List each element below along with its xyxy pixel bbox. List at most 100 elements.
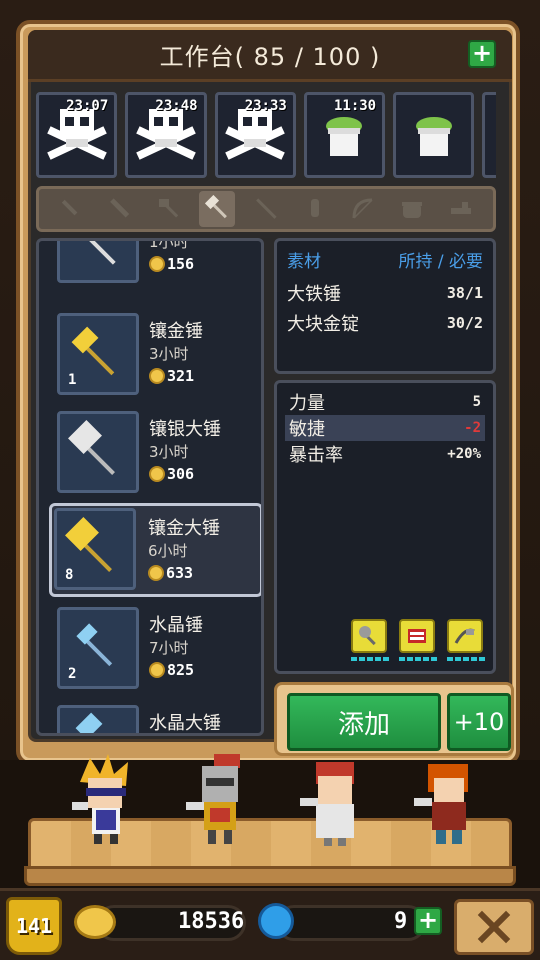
- recipe-icon-frame: [57, 241, 139, 283]
- recipe-name: 镶银大锤: [149, 419, 221, 440]
- category-axe[interactable]: [151, 191, 187, 227]
- material-qty: 38/1: [446, 284, 483, 302]
- skill-level-pips: [399, 657, 437, 661]
- hero-knight-sprite: [186, 754, 240, 844]
- coin-icon: [149, 256, 165, 272]
- category-staff[interactable]: [297, 191, 333, 227]
- stat-value: +20%: [447, 446, 481, 462]
- close-icon: [477, 910, 511, 944]
- hammer-icon: [205, 195, 228, 219]
- hero-spiky-hair-sprite: [72, 754, 128, 844]
- coin-icon: [149, 466, 165, 482]
- recipe-cost: 306: [149, 465, 194, 483]
- recipe-cost: 321: [149, 367, 194, 385]
- material-qty: 30/2: [446, 314, 483, 332]
- buy-gems-button[interactable]: +: [414, 907, 442, 935]
- skill-slot[interactable]: [399, 619, 437, 665]
- skill-slot[interactable]: [447, 619, 485, 665]
- material-row: 大铁锤 38/1: [287, 278, 483, 308]
- crafting-slot[interactable]: 23:07: [36, 92, 118, 178]
- recipe-owned-count: 1: [68, 372, 77, 388]
- add-button[interactable]: 添加: [287, 693, 441, 751]
- recipe-icon-frame: [57, 411, 139, 493]
- recipe-owned-count: 8: [65, 567, 74, 583]
- selection-pointer: [262, 540, 264, 560]
- category-sword[interactable]: [53, 191, 89, 227]
- recipe-cost-value: 825: [167, 661, 195, 679]
- recipe-cost: 156: [149, 255, 194, 273]
- crafting-slot[interactable]: 23:33: [214, 92, 296, 178]
- skill-hammer-icon: [351, 619, 387, 653]
- category-spear[interactable]: [248, 191, 284, 227]
- close-button[interactable]: [454, 899, 534, 955]
- recipe-name: 水晶大锤: [149, 713, 221, 734]
- material-name: 大铁锤: [287, 284, 341, 305]
- crafting-slot[interactable]: 11:30: [303, 92, 386, 178]
- materials-label: 素材: [287, 252, 321, 272]
- spear-icon: [256, 198, 277, 219]
- crafting-slots: 23:07 23:48 23:33 11:30: [36, 92, 497, 180]
- hero-spiky-hair[interactable]: [70, 752, 140, 852]
- category-blade[interactable]: [102, 191, 138, 227]
- crafting-slot-partial[interactable]: [482, 92, 497, 178]
- gold-coins-icon: [74, 905, 116, 939]
- slot-timer: 23:07: [66, 98, 109, 114]
- crafting-slot[interactable]: [393, 92, 475, 178]
- gem-amount: 9: [394, 909, 408, 934]
- category-bar: [36, 186, 496, 232]
- recipe-item[interactable]: 1 镶金锤 3小时 321: [53, 309, 261, 399]
- category-bow[interactable]: [345, 191, 381, 227]
- plant-pot-icon: [415, 117, 452, 156]
- coin-icon: [149, 368, 165, 384]
- recipe-time: 6小时: [148, 542, 188, 560]
- craft-button-area: 添加 +10: [274, 682, 514, 756]
- recipe-cost-value: 321: [167, 367, 195, 385]
- materials-header: 素材 所持 / 必要: [287, 247, 483, 272]
- recipe-item-selected[interactable]: 8 镶金大锤 6小时 633: [49, 503, 264, 597]
- slot-timer: 23:48: [155, 98, 198, 114]
- expand-slots-button[interactable]: +: [468, 40, 496, 68]
- coin-icon: [149, 662, 165, 678]
- silver-hammer-icon: [80, 241, 116, 265]
- stat-name: 力量: [289, 393, 325, 414]
- materials-panel: 素材 所持 / 必要 大铁锤 38/1 大块金锭 30/2: [274, 238, 496, 374]
- gun-icon: [450, 202, 471, 214]
- recipe-time: 3小时: [149, 443, 189, 461]
- sword-icon: [62, 199, 78, 216]
- hero-redhead-brawler[interactable]: [414, 752, 484, 852]
- silver-great-hammer-icon: [68, 420, 115, 475]
- recipe-list[interactable]: 1小时 156 1 镶金锤 3小时 321 镶银大锤 3小时 306 8 镶金大…: [36, 238, 264, 736]
- recipe-item[interactable]: 水晶大锤: [53, 701, 261, 734]
- recipe-name: 水晶锤: [149, 615, 203, 636]
- add-ten-button[interactable]: +10: [447, 693, 511, 751]
- hero-knight[interactable]: [186, 752, 256, 852]
- skill-swing-icon: [447, 619, 483, 653]
- stat-row: 暴击率 +20%: [285, 441, 485, 467]
- recipe-cost-value: 306: [167, 465, 195, 483]
- skill-level-pips: [447, 657, 485, 661]
- recipe-cost-value: 633: [166, 564, 194, 582]
- stat-row: 敏捷 -2: [285, 415, 485, 441]
- category-hammer[interactable]: [199, 191, 236, 227]
- category-gun[interactable]: [443, 191, 479, 227]
- crafting-slot[interactable]: 23:48: [125, 92, 207, 178]
- plant-pot-icon: [326, 117, 363, 156]
- skill-slot[interactable]: [351, 619, 389, 665]
- level-badge[interactable]: 141: [6, 897, 62, 955]
- crystal-great-hammer-icon: [75, 712, 103, 733]
- recipe-cost: 633: [148, 564, 193, 582]
- bow-icon: [352, 198, 373, 219]
- slot-timer: 23:33: [244, 98, 287, 114]
- recipe-time: 3小时: [149, 345, 189, 363]
- category-cauldron[interactable]: [394, 191, 430, 227]
- recipe-item[interactable]: 2 水晶锤 7小时 825: [53, 603, 261, 693]
- skill-slots: [351, 619, 485, 665]
- gem-icon: [258, 903, 294, 939]
- recipe-cost-value: 156: [167, 255, 195, 273]
- stats-panel: 力量 5 敏捷 -2 暴击率 +20%: [274, 380, 496, 674]
- recipe-time: 7小时: [149, 639, 189, 657]
- recipe-item[interactable]: 镶银大锤 3小时 306: [53, 407, 261, 497]
- hero-redhead-robe[interactable]: [300, 752, 370, 852]
- recipe-item[interactable]: 1小时 156: [53, 241, 261, 287]
- recipe-icon-frame: 8: [54, 508, 136, 590]
